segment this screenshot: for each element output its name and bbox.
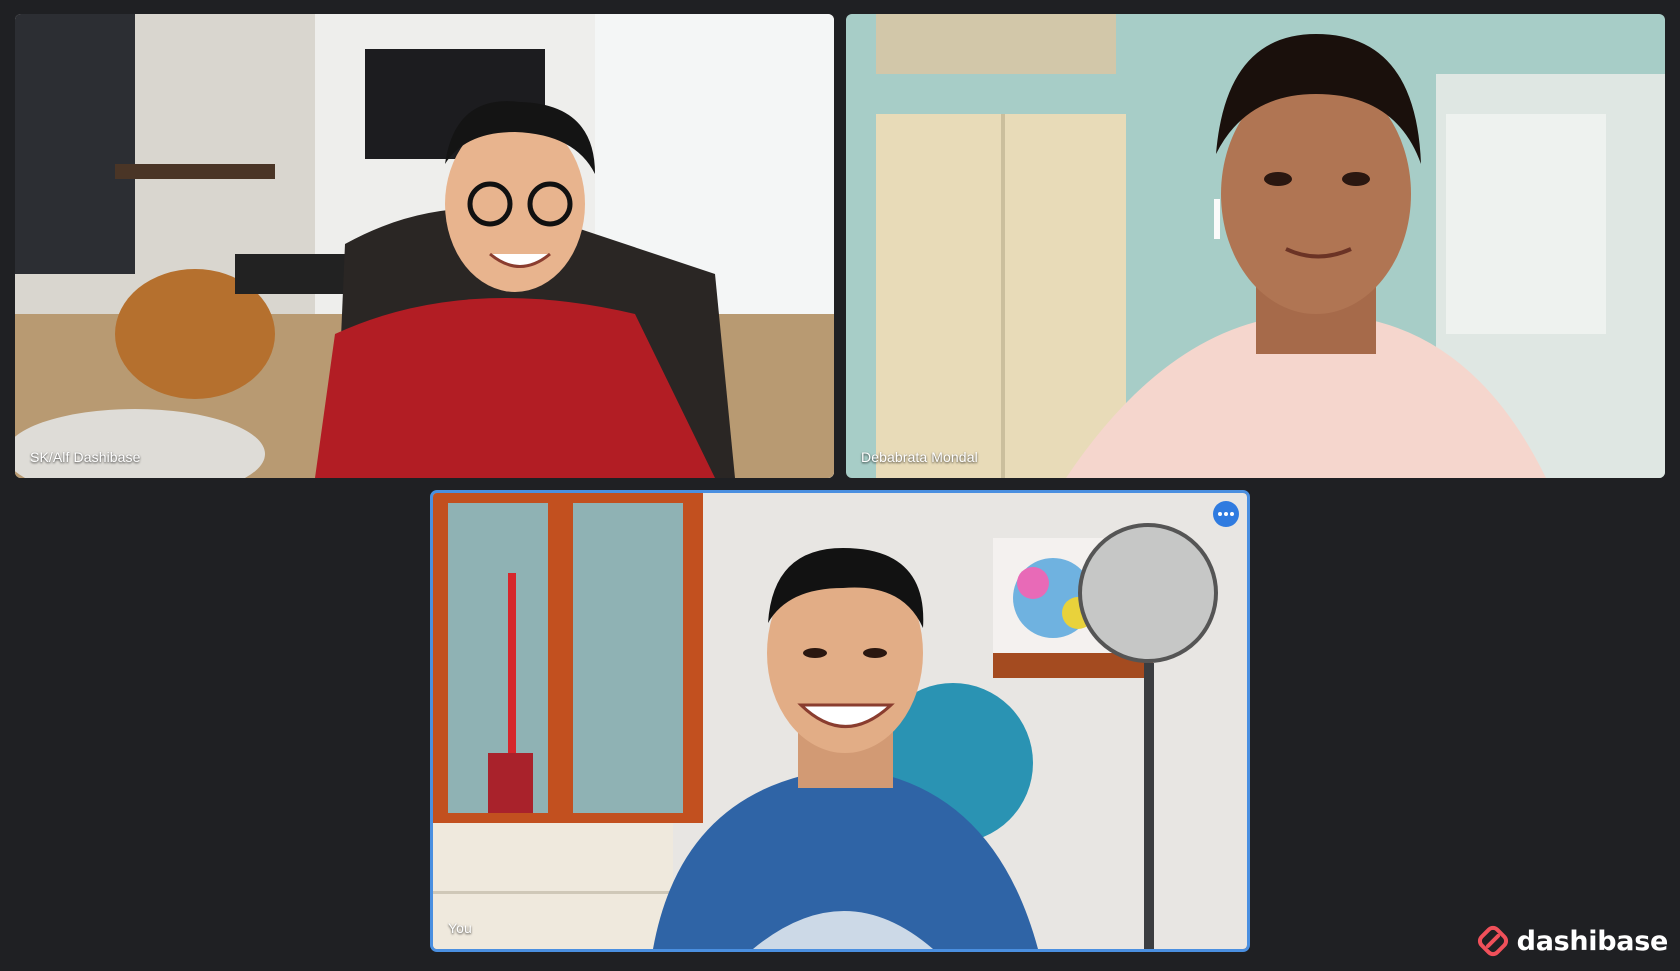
participant-video-feed: [433, 493, 1247, 949]
more-horizontal-icon: [1218, 512, 1222, 516]
participant-name: Debabrata Mondal: [861, 449, 978, 465]
participant-tile-sk-alf[interactable]: SK/Alf Dashibase: [15, 14, 834, 478]
participant-video-feed: [846, 14, 1665, 478]
more-horizontal-icon-dot: [1224, 512, 1228, 516]
video-call-stage: SK/Alf Dashibase Debabrata Mondal You da…: [0, 0, 1680, 971]
brand-name: dashibase: [1516, 925, 1669, 957]
more-options-button[interactable]: [1213, 501, 1239, 527]
brand-watermark: dashibase: [1477, 925, 1668, 957]
participant-name: SK/Alf Dashibase: [30, 449, 141, 465]
participant-name: You: [448, 920, 472, 936]
participant-tile-self[interactable]: You: [430, 490, 1250, 952]
dashibase-logo-icon: [1477, 925, 1509, 957]
more-horizontal-icon-dot: [1230, 512, 1234, 516]
participant-video-feed: [15, 14, 834, 478]
participant-tile-debabrata[interactable]: Debabrata Mondal: [846, 14, 1665, 478]
